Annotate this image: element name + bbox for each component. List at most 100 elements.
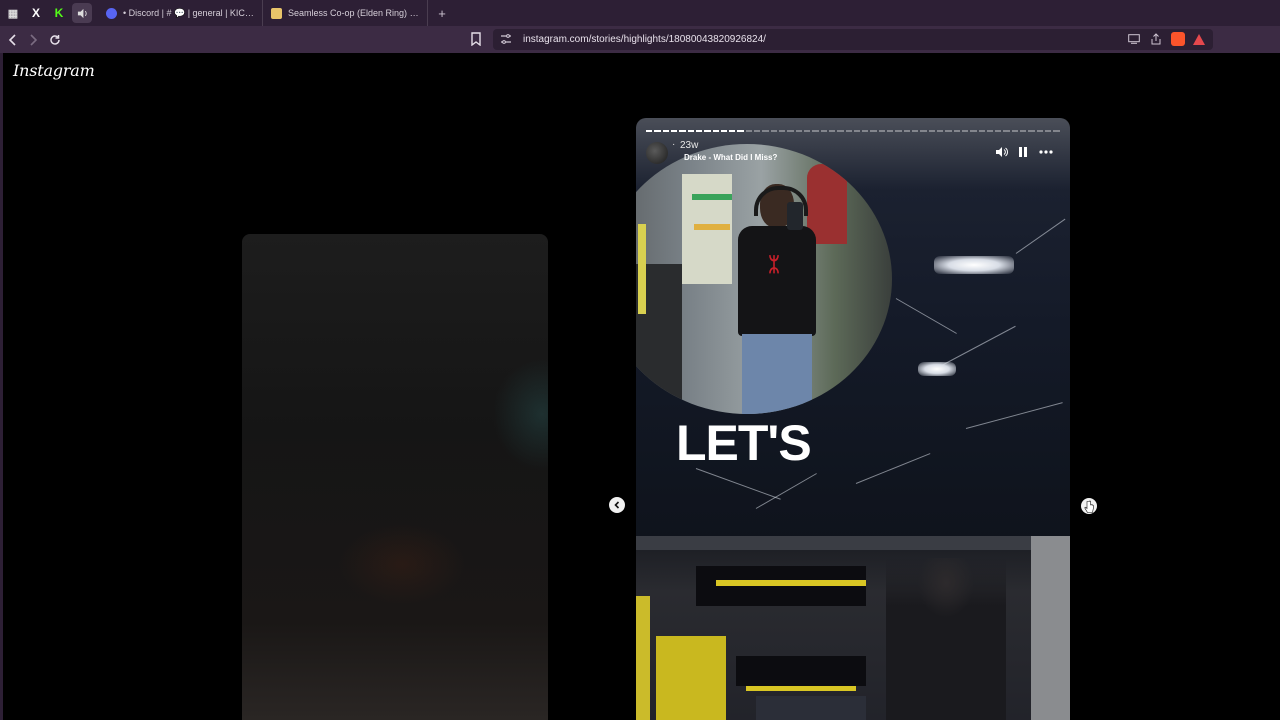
url-actions bbox=[1127, 32, 1205, 46]
progress-segment bbox=[953, 130, 960, 132]
progress-segment bbox=[704, 130, 711, 132]
progress-segment bbox=[729, 130, 736, 132]
new-tab-button[interactable]: + bbox=[432, 6, 452, 21]
phone bbox=[787, 202, 803, 230]
progress-segment bbox=[803, 130, 811, 132]
progress-segment bbox=[687, 130, 694, 132]
machine-frame bbox=[656, 636, 726, 720]
progress-segment bbox=[986, 130, 994, 132]
progress-segment bbox=[945, 130, 952, 132]
more-options-button[interactable] bbox=[1038, 144, 1054, 160]
speaker-icon bbox=[77, 8, 87, 18]
progress-segment bbox=[862, 130, 869, 132]
brave-rewards-icon[interactable] bbox=[1193, 33, 1205, 45]
instagram-logo[interactable]: Instagram bbox=[13, 61, 95, 80]
circular-photo-sticker: ᛯ bbox=[636, 144, 892, 414]
bench bbox=[736, 656, 866, 686]
marble-vein bbox=[855, 453, 931, 484]
pause-icon bbox=[1019, 147, 1027, 157]
toolbar: instagram.com/stories/highlights/1808004… bbox=[0, 26, 1280, 53]
progress-segment bbox=[920, 130, 927, 132]
progress-segment bbox=[845, 130, 852, 132]
progress-segment bbox=[837, 130, 844, 132]
pause-button[interactable] bbox=[1015, 144, 1031, 160]
url-text[interactable]: instagram.com/stories/highlights/1808004… bbox=[523, 34, 766, 45]
machine-bar bbox=[716, 580, 866, 586]
shirt-logo: ᛯ bbox=[768, 254, 780, 276]
progress-segment bbox=[1053, 130, 1060, 132]
avatar[interactable] bbox=[646, 142, 668, 164]
marble-vein bbox=[1015, 218, 1066, 254]
progress-segment bbox=[712, 130, 719, 132]
nexus-mods-icon bbox=[271, 7, 282, 19]
story-viewer[interactable]: ᛯ · 23w Drake - What Did I Miss? LET'S bbox=[636, 118, 1070, 720]
mute-button[interactable] bbox=[993, 144, 1009, 160]
address-bar[interactable]: instagram.com/stories/highlights/1808004… bbox=[493, 29, 1213, 50]
progress-segment bbox=[646, 130, 653, 132]
story-progress bbox=[646, 130, 1060, 132]
bookmark-button[interactable] bbox=[470, 32, 484, 47]
tab-title: Seamless Co-op (Elden Ring) at Elden bbox=[288, 8, 419, 18]
progress-segment bbox=[762, 130, 769, 132]
chevron-left-icon bbox=[614, 501, 620, 509]
progress-segment bbox=[870, 130, 877, 132]
progress-segment bbox=[720, 130, 728, 132]
page-edge bbox=[0, 53, 3, 720]
progress-segment bbox=[795, 130, 802, 132]
progress-segment bbox=[912, 130, 919, 132]
music-label[interactable]: Drake - What Did I Miss? bbox=[684, 153, 777, 162]
bookmark-icon bbox=[471, 32, 481, 47]
progress-segment bbox=[961, 130, 969, 132]
progress-segment bbox=[1003, 130, 1010, 132]
machine-bar bbox=[746, 686, 856, 691]
progress-segment bbox=[695, 130, 703, 132]
progress-segment bbox=[662, 130, 669, 132]
tab-title: • Discord | # 💬 | general | KICK Strea bbox=[123, 7, 254, 18]
story-time: 23w bbox=[680, 140, 699, 151]
window-menu-icon[interactable]: ▦ bbox=[3, 3, 23, 23]
chevron-right-icon bbox=[30, 33, 38, 46]
cast-icon[interactable] bbox=[1127, 32, 1141, 46]
machine bbox=[696, 566, 866, 606]
discord-icon bbox=[106, 7, 117, 19]
progress-segment bbox=[1020, 130, 1027, 132]
x-tab[interactable]: X bbox=[26, 3, 46, 23]
forward-button[interactable] bbox=[23, 30, 43, 50]
speaker-icon bbox=[995, 147, 1008, 157]
ceiling-light bbox=[934, 256, 1014, 274]
progress-segment bbox=[970, 130, 977, 132]
progress-segment bbox=[995, 130, 1002, 132]
audio-tab[interactable] bbox=[72, 3, 92, 23]
share-icon[interactable] bbox=[1149, 32, 1163, 46]
previous-story-button[interactable] bbox=[609, 497, 625, 513]
progress-segment bbox=[887, 130, 894, 132]
marble-vein bbox=[965, 402, 1063, 429]
progress-segment bbox=[779, 130, 786, 132]
progress-segment bbox=[812, 130, 819, 132]
progress-segment bbox=[679, 130, 686, 132]
progress-segment bbox=[654, 130, 661, 132]
marble-vein bbox=[895, 298, 957, 334]
kick-tab[interactable]: K bbox=[49, 3, 69, 23]
person: ᛯ bbox=[732, 184, 822, 414]
progress-segment bbox=[1028, 130, 1035, 132]
previous-story-preview[interactable] bbox=[242, 234, 548, 720]
shelf-item bbox=[694, 224, 730, 230]
site-info-icon[interactable] bbox=[500, 33, 514, 47]
marble-vein bbox=[755, 473, 817, 509]
progress-segment bbox=[978, 130, 985, 132]
machine-bar bbox=[638, 224, 646, 314]
back-button[interactable] bbox=[3, 30, 23, 50]
marble-vein bbox=[695, 468, 781, 500]
tab-discord[interactable]: • Discord | # 💬 | general | KICK Strea bbox=[98, 0, 263, 26]
progress-segment bbox=[670, 130, 678, 132]
progress-segment bbox=[1045, 130, 1052, 132]
brave-shields-icon[interactable] bbox=[1171, 32, 1185, 46]
reload-button[interactable] bbox=[45, 30, 65, 50]
tab-elden-ring[interactable]: Seamless Co-op (Elden Ring) at Elden bbox=[263, 0, 428, 26]
progress-segment bbox=[1011, 130, 1019, 132]
progress-segment bbox=[903, 130, 910, 132]
progress-segment bbox=[737, 130, 744, 132]
story-text-overlay: LET'S bbox=[676, 415, 812, 471]
person-reflection bbox=[886, 558, 1006, 720]
